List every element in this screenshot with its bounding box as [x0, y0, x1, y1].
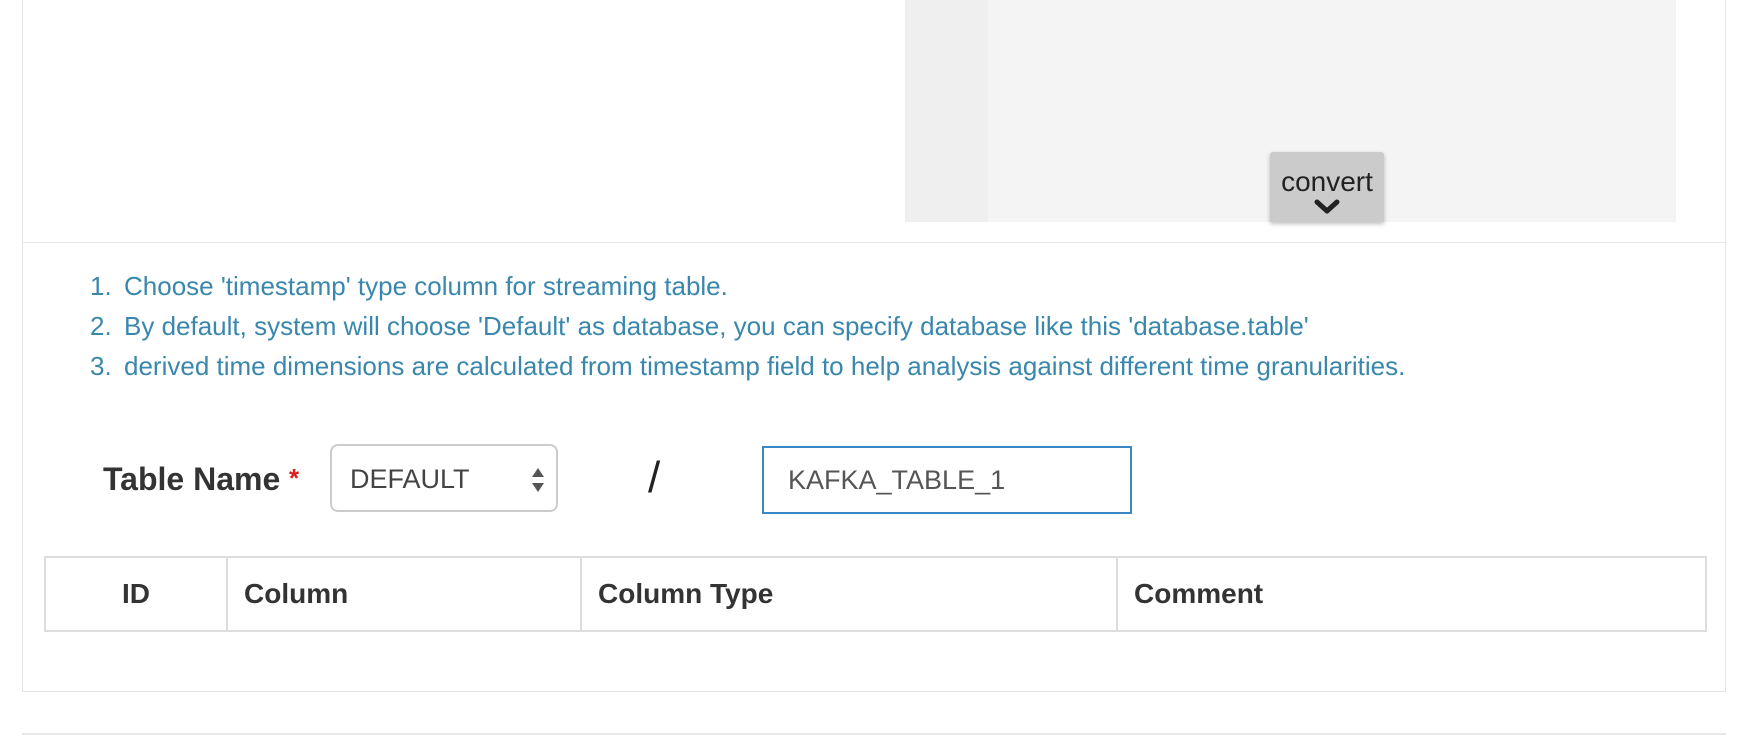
instruction-text: derived time dimensions are calculated f… — [124, 351, 1406, 381]
instruction-text: Choose 'timestamp' type column for strea… — [124, 271, 728, 301]
table-name-label: Table Name — [103, 461, 281, 497]
instruction-text: By default, system will choose 'Default'… — [124, 311, 1309, 341]
instruction-number: 2. — [90, 311, 112, 341]
header-column: Column — [226, 556, 582, 632]
section-bottom-border — [22, 733, 1726, 735]
header-id: ID — [44, 556, 228, 632]
instruction-number: 3. — [90, 351, 112, 381]
instruction-number: 1. — [90, 271, 112, 301]
section-divider — [22, 242, 1726, 243]
columns-table: ID Column Column Type Comment — [44, 556, 1707, 632]
table-header-row: ID Column Column Type Comment — [44, 556, 1707, 632]
table-name-input[interactable] — [762, 446, 1132, 514]
convert-button[interactable]: convert — [1270, 152, 1384, 222]
streaming-table-form: convert 1. Choose 'timestamp' type column… — [0, 0, 1758, 736]
chevron-down-icon — [1314, 199, 1340, 214]
instruction-item: 3. derived time dimensions are calculated… — [90, 346, 1405, 386]
required-indicator: * — [289, 463, 300, 493]
database-select[interactable]: DEFAULT — [330, 444, 558, 512]
instruction-item: 2. By default, system will choose 'Defaul… — [90, 306, 1405, 346]
convert-button-label: convert — [1281, 166, 1373, 197]
header-comment: Comment — [1116, 556, 1707, 632]
database-table-separator: / — [648, 453, 661, 502]
select-arrows-icon — [532, 468, 544, 492]
editor-gutter — [905, 0, 988, 222]
instructions-list: 1. Choose 'timestamp' type column for str… — [90, 266, 1405, 386]
database-select-value: DEFAULT — [350, 464, 470, 494]
instruction-item: 1. Choose 'timestamp' type column for str… — [90, 266, 1405, 306]
header-column-type: Column Type — [580, 556, 1118, 632]
